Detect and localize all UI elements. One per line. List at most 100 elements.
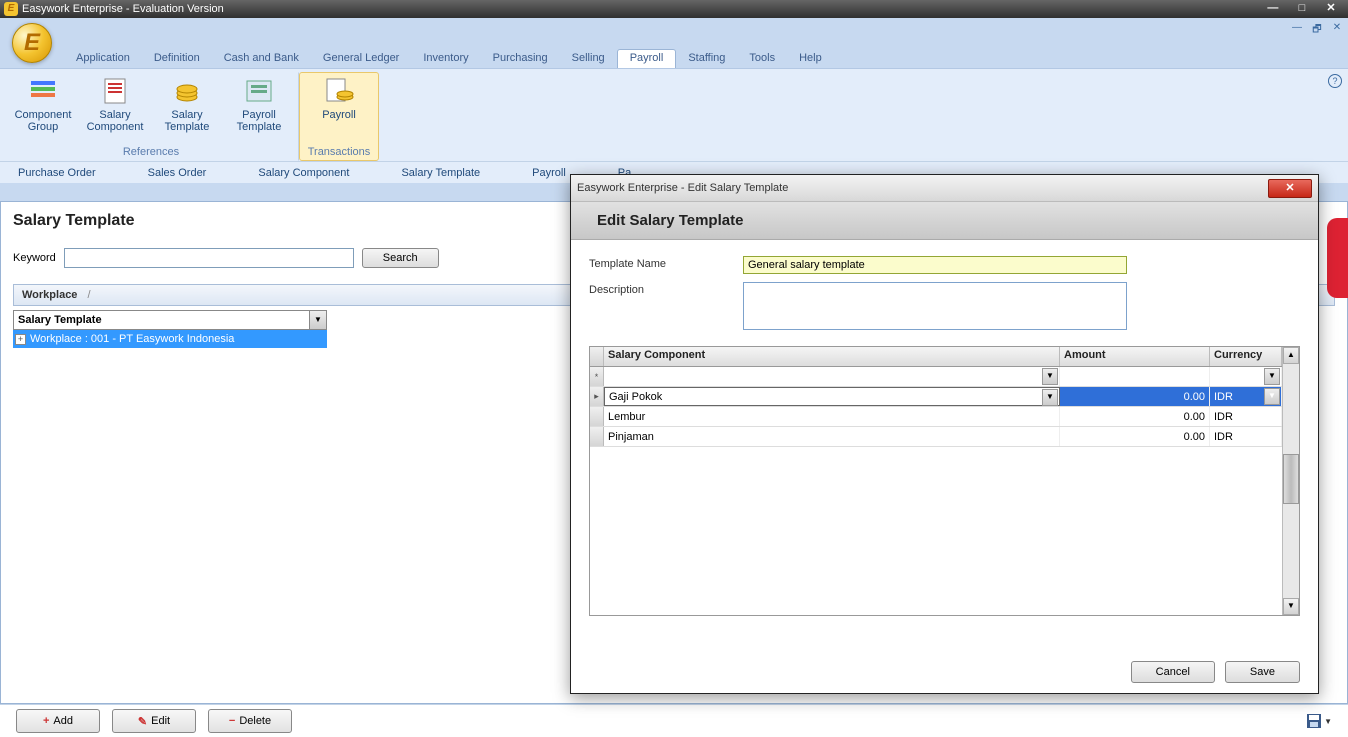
workspace-tab-purchase-order[interactable]: Purchase Order <box>16 164 98 182</box>
new-row-amount-cell[interactable] <box>1060 367 1210 386</box>
template-name-input[interactable] <box>743 256 1127 274</box>
keyword-input[interactable] <box>64 248 354 268</box>
grid-scrollbar[interactable]: ▲ ▼ <box>1282 347 1299 615</box>
tree-row-selected[interactable]: + Workplace : 001 - PT Easywork Indonesi… <box>13 330 327 348</box>
col-salary-component[interactable]: Salary Component <box>604 347 1060 366</box>
ribbon-payroll-template[interactable]: PayrollTemplate <box>224 73 294 135</box>
scroll-thumb[interactable] <box>1283 454 1299 504</box>
grid-row[interactable]: Pinjaman0.00IDR <box>590 427 1282 447</box>
ribbon-button-label: PayrollTemplate <box>237 109 282 133</box>
minus-icon: − <box>229 715 235 727</box>
chevron-down-icon[interactable]: ▼ <box>1324 717 1332 726</box>
tree-expand-icon[interactable]: + <box>15 334 26 345</box>
chevron-down-icon[interactable]: ▼ <box>309 310 327 330</box>
grid-row-header: * <box>590 367 604 386</box>
ribbon-button-label: SalaryTemplate <box>165 109 210 133</box>
add-button[interactable]: + Add <box>16 709 100 733</box>
ribbon-button-label: SalaryComponent <box>87 109 144 133</box>
save-button[interactable]: Save <box>1225 661 1300 683</box>
menu-tab-cash-and-bank[interactable]: Cash and Bank <box>212 50 311 68</box>
chevron-down-icon[interactable]: ▼ <box>1264 368 1280 385</box>
amount-cell[interactable]: 0.00 <box>1060 387 1210 406</box>
search-button[interactable]: Search <box>362 248 439 268</box>
ribbon-group-label: Transactions <box>308 145 371 160</box>
workspace-tab-sales-order[interactable]: Sales Order <box>146 164 209 182</box>
component-group-icon <box>27 75 59 107</box>
cancel-button[interactable]: Cancel <box>1131 661 1215 683</box>
amount-cell[interactable]: 0.00 <box>1060 407 1210 426</box>
salary-template-icon <box>171 75 203 107</box>
scroll-down-icon[interactable]: ▼ <box>1283 598 1299 615</box>
ribbon-button-label: Payroll <box>322 109 356 121</box>
menu-tab-tools[interactable]: Tools <box>737 50 787 68</box>
edit-button-label: Edit <box>151 715 170 727</box>
menu-tab-payroll[interactable]: Payroll <box>617 49 677 68</box>
keyword-label: Keyword <box>13 252 56 264</box>
app-menu-orb[interactable]: E <box>12 23 52 63</box>
tree-row-label: Workplace : 001 - PT Easywork Indonesia <box>30 333 234 345</box>
workspace-tab-salary-template[interactable]: Salary Template <box>399 164 482 182</box>
grid-row[interactable]: ▸Gaji Pokok▼0.00IDR▼ <box>590 387 1282 407</box>
add-button-label: Add <box>53 715 73 727</box>
breadcrumb-item[interactable]: Workplace <box>22 289 77 301</box>
menu-tab-inventory[interactable]: Inventory <box>411 50 480 68</box>
col-currency[interactable]: Currency <box>1210 347 1282 366</box>
dialog-title: Easywork Enterprise - Edit Salary Templa… <box>577 182 1268 194</box>
tree-select-bar[interactable]: Salary Template <box>13 310 327 330</box>
ribbon-help-icon[interactable]: ? <box>1328 74 1342 88</box>
plus-icon: + <box>43 715 49 727</box>
grid-corner <box>590 347 604 366</box>
maximize-button[interactable]: □ <box>1289 2 1315 16</box>
edit-button[interactable]: ✎ Edit <box>112 709 196 733</box>
menu-tab-application[interactable]: Application <box>64 50 142 68</box>
menu-tab-purchasing[interactable]: Purchasing <box>481 50 560 68</box>
mdi-minimize-button[interactable]: — <box>1290 22 1304 36</box>
amount-cell[interactable]: 0.00 <box>1060 427 1210 446</box>
ribbon-component-group[interactable]: ComponentGroup <box>8 73 78 135</box>
ribbon-salary-template[interactable]: SalaryTemplate <box>152 73 222 135</box>
menu-tab-help[interactable]: Help <box>787 50 834 68</box>
grid-row-header <box>590 407 604 426</box>
workspace-tab-payroll[interactable]: Payroll <box>530 164 568 182</box>
menu-tab-definition[interactable]: Definition <box>142 50 212 68</box>
chevron-down-icon[interactable]: ▼ <box>1264 388 1280 405</box>
menu-tab-staffing[interactable]: Staffing <box>676 50 737 68</box>
component-cell[interactable]: Pinjaman <box>604 427 1060 446</box>
floppy-icon[interactable] <box>1306 713 1322 729</box>
mdi-restore-button[interactable]: 🗗 <box>1310 22 1324 36</box>
pencil-icon: ✎ <box>138 715 147 728</box>
side-feedback-tab[interactable] <box>1327 218 1348 298</box>
window-title: Easywork Enterprise - Evaluation Version <box>22 3 1260 15</box>
delete-button[interactable]: − Delete <box>208 709 292 733</box>
tree-select-label: Salary Template <box>18 314 102 326</box>
ribbon-payroll[interactable]: Payroll <box>304 73 374 123</box>
component-cell[interactable]: Lembur <box>604 407 1060 426</box>
mdi-close-button[interactable]: ✕ <box>1330 22 1344 36</box>
chevron-down-icon[interactable]: ▼ <box>1042 368 1058 385</box>
component-cell[interactable]: Gaji Pokok▼ <box>604 387 1060 406</box>
scroll-up-icon[interactable]: ▲ <box>1283 347 1299 364</box>
currency-cell[interactable]: IDR <box>1210 427 1282 446</box>
menu-tab-general-ledger[interactable]: General Ledger <box>311 50 411 68</box>
dialog-close-button[interactable]: ✕ <box>1268 179 1312 198</box>
grid-row[interactable]: Lembur0.00IDR <box>590 407 1282 427</box>
grid-new-row[interactable]: * ▼ ▼ <box>590 367 1282 387</box>
close-button[interactable]: ✕ <box>1318 2 1344 16</box>
new-row-currency-cell[interactable]: ▼ <box>1210 367 1282 386</box>
ribbon-button-label: ComponentGroup <box>15 109 72 133</box>
new-row-component-cell[interactable]: ▼ <box>604 367 1060 386</box>
minimize-button[interactable]: — <box>1260 2 1286 16</box>
chevron-down-icon[interactable]: ▼ <box>1042 389 1058 406</box>
currency-cell[interactable]: IDR▼ <box>1210 387 1282 406</box>
workspace-tab-salary-component[interactable]: Salary Component <box>256 164 351 182</box>
app-icon: E <box>4 2 18 16</box>
col-amount[interactable]: Amount <box>1060 347 1210 366</box>
dialog-heading: Edit Salary Template <box>571 202 1318 240</box>
ribbon-salary-component[interactable]: SalaryComponent <box>80 73 150 135</box>
payroll-icon <box>323 75 355 107</box>
menu-tab-selling[interactable]: Selling <box>560 50 617 68</box>
delete-button-label: Delete <box>239 715 271 727</box>
description-input[interactable] <box>743 282 1127 330</box>
window-titlebar: E Easywork Enterprise - Evaluation Versi… <box>0 0 1348 18</box>
currency-cell[interactable]: IDR <box>1210 407 1282 426</box>
